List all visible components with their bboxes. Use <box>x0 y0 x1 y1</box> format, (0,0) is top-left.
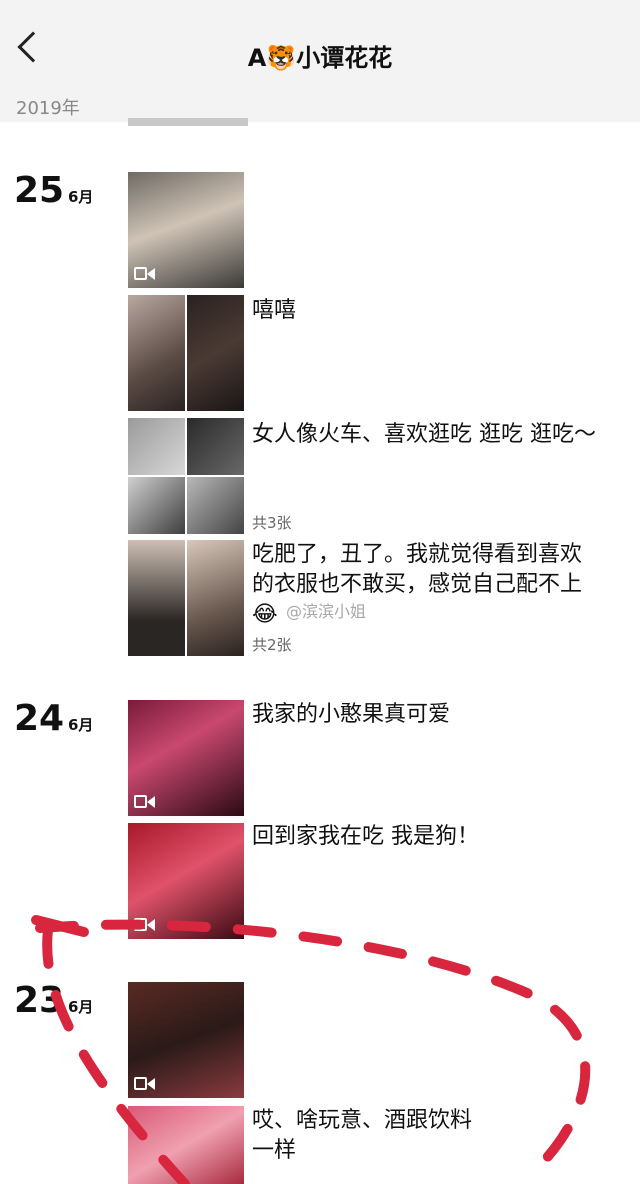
post-thumbnail[interactable] <box>128 823 244 939</box>
month-label: 6月 <box>68 998 94 1016</box>
video-camera-icon <box>134 794 156 810</box>
post-text[interactable]: 嘻嘻 <box>252 296 602 326</box>
day-number: 24 <box>14 698 65 739</box>
clipped-post <box>128 118 248 126</box>
day-number: 23 <box>14 980 65 1021</box>
video-camera-icon <box>134 917 156 933</box>
month-label: 6月 <box>68 716 94 734</box>
post-thumbnail[interactable] <box>128 1106 244 1184</box>
post-thumbnail[interactable] <box>128 982 244 1098</box>
post-thumbnail[interactable] <box>128 700 244 816</box>
post-text[interactable]: 我家的小憨果真可爱 <box>252 700 602 730</box>
post-thumbnail[interactable] <box>128 172 244 288</box>
month-label: 6月 <box>68 188 94 206</box>
post-thumbnail[interactable] <box>128 418 244 534</box>
photo-count: 共3张 <box>252 514 292 532</box>
post-text[interactable]: 哎、啥玩意、酒跟饮料一样 <box>252 1106 492 1166</box>
video-camera-icon <box>134 266 156 282</box>
post-thumbnail[interactable] <box>128 540 244 656</box>
year-label: 2019年 <box>16 98 80 119</box>
year-bar: 2019年 <box>0 92 640 122</box>
post-text[interactable]: 回到家我在吃 我是狗！ <box>252 822 482 852</box>
nav-header: A🐯小谭花花 <box>0 0 640 93</box>
watermark: @滨滨小姐 <box>286 602 367 621</box>
video-camera-icon <box>134 1076 156 1092</box>
photo-count: 共2张 <box>252 636 292 654</box>
post-thumbnail[interactable] <box>128 295 244 411</box>
post-text[interactable]: 女人像火车、喜欢逛吃 逛吃 逛吃～ <box>252 420 602 450</box>
page-title: A🐯小谭花花 <box>247 44 393 72</box>
day-number: 25 <box>14 170 65 211</box>
